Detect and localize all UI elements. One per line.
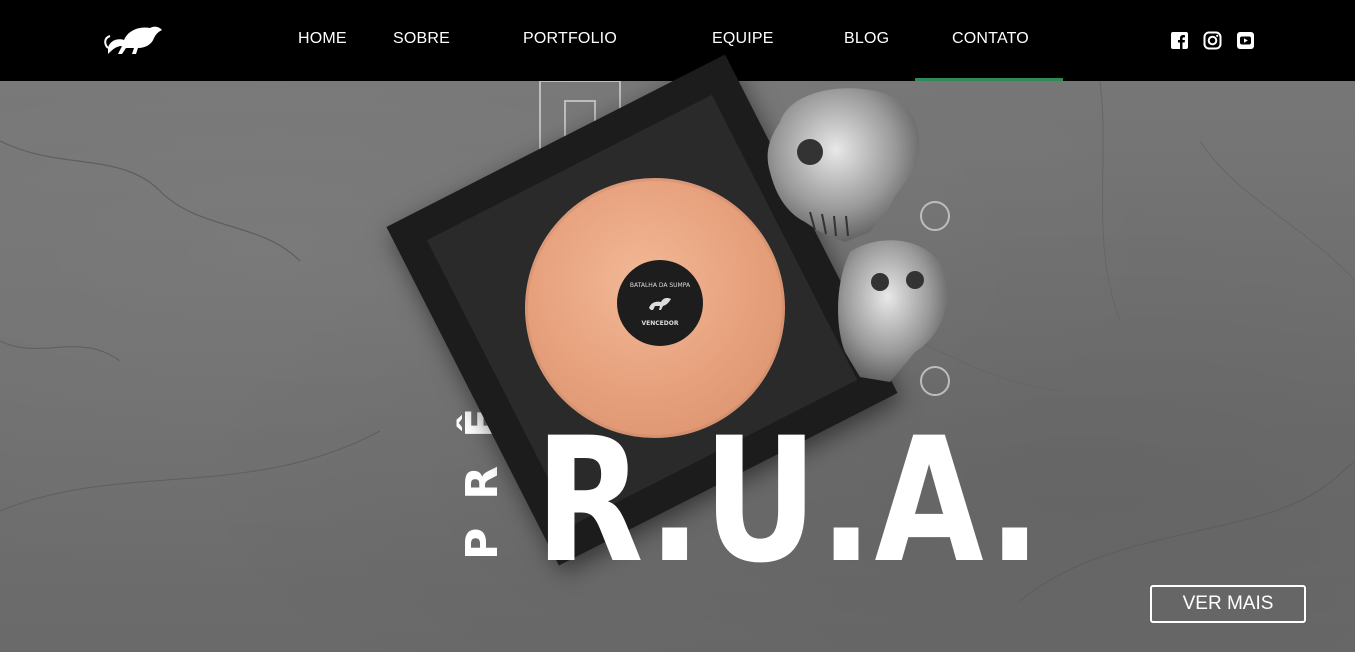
rat-logo-icon xyxy=(649,298,671,310)
nav-equipe[interactable]: EQUIPE xyxy=(712,30,774,48)
nav-home[interactable]: HOME xyxy=(298,30,347,48)
youtube-icon[interactable] xyxy=(1236,31,1255,50)
instagram-icon[interactable] xyxy=(1203,31,1222,50)
facebook-icon[interactable] xyxy=(1170,31,1189,50)
record-label: BATALHA DA SUMPA VENCEDOR xyxy=(617,260,703,346)
nav-sobre[interactable]: SOBRE xyxy=(393,30,450,48)
ver-mais-button[interactable]: VER MAIS xyxy=(1150,585,1306,623)
rat-logo-icon[interactable] xyxy=(102,20,164,58)
hero-title: R.U.A. xyxy=(535,400,1044,601)
top-navigation-bar: HOME SOBRE PORTFOLIO EQUIPE BLOG CONTATO xyxy=(0,0,1355,81)
nav-portfolio[interactable]: PORTFOLIO xyxy=(523,30,617,48)
record-label-bottom-text: VENCEDOR xyxy=(641,320,679,327)
nav-contato[interactable]: CONTATO xyxy=(952,30,1029,48)
nav-blog[interactable]: BLOG xyxy=(844,30,889,48)
record-label-top-text: BATALHA DA SUMPA xyxy=(629,282,691,289)
skull-icon xyxy=(767,88,949,382)
